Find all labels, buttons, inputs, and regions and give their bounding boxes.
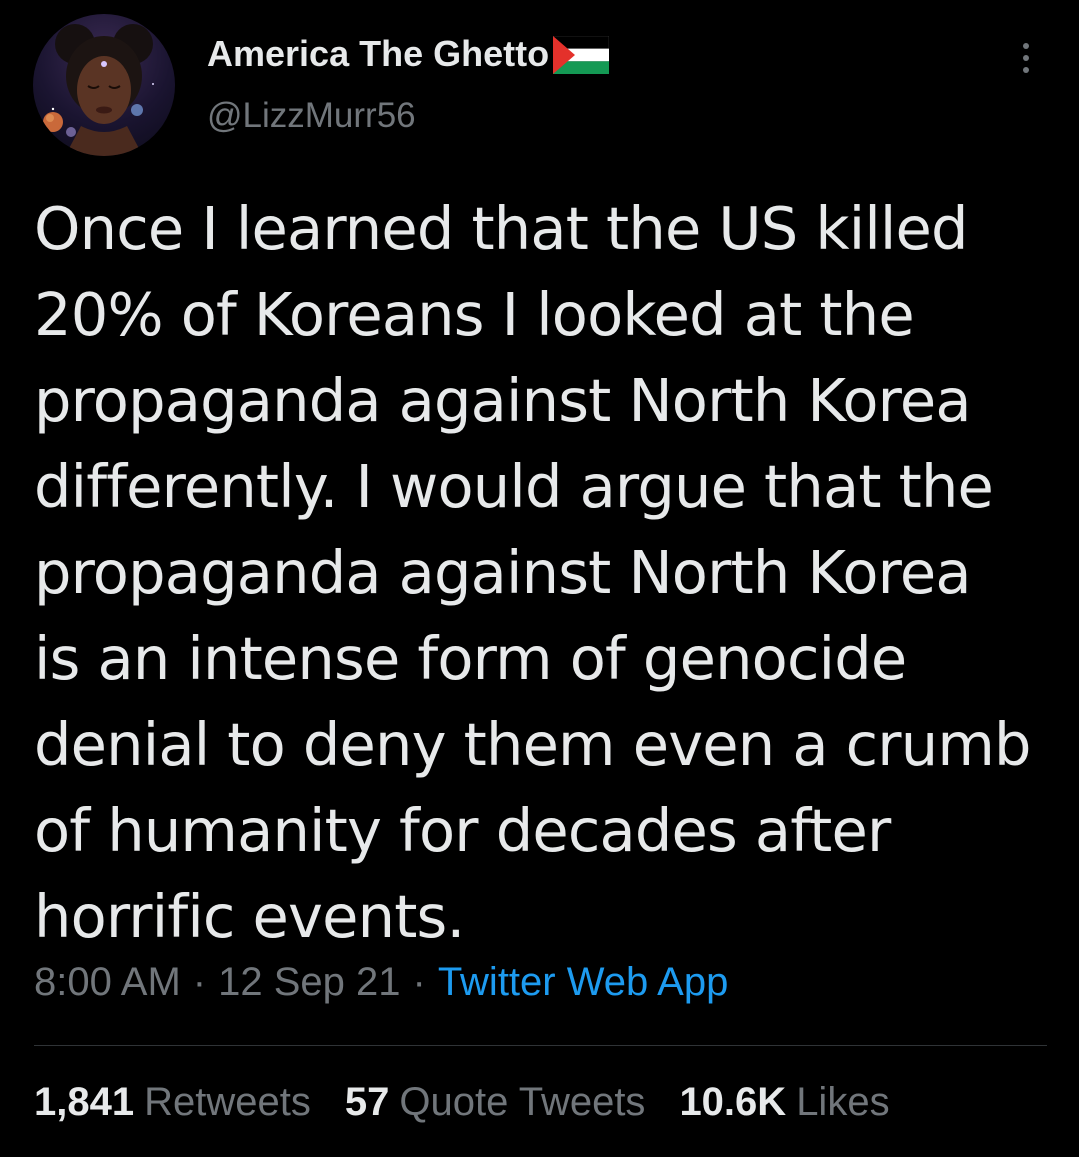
metadata-separator: · xyxy=(192,960,207,1004)
tweet-source-link[interactable]: Twitter Web App xyxy=(438,960,729,1005)
tweet-date[interactable]: 12 Sep 21 xyxy=(218,960,400,1005)
retweets-label: Retweets xyxy=(144,1080,311,1124)
tweet-text: Once I learned that the US killed 20% of… xyxy=(34,194,1031,951)
palestine-flag-icon xyxy=(552,35,610,74)
display-name-row[interactable]: America The Ghetto xyxy=(207,30,610,78)
retweets-stat[interactable]: 1,841 Retweets xyxy=(34,1080,311,1125)
engagement-stats: 1,841 Retweets 57 Quote Tweets 10.6K Lik… xyxy=(34,1080,924,1125)
likes-stat[interactable]: 10.6K Likes xyxy=(679,1080,889,1125)
divider xyxy=(34,1045,1047,1046)
retweets-count: 1,841 xyxy=(34,1080,135,1124)
avatar[interactable] xyxy=(33,14,175,156)
tweet-detail: America The Ghetto @LizzMurr56 Once I le… xyxy=(0,0,1079,1157)
quote-tweets-stat[interactable]: 57 Quote Tweets xyxy=(345,1080,646,1125)
tweet-time[interactable]: 8:00 AM xyxy=(34,960,181,1005)
likes-count: 10.6K xyxy=(679,1080,787,1124)
more-options-button[interactable] xyxy=(1004,30,1048,86)
metadata-separator: · xyxy=(412,960,426,1004)
quote-tweets-label: Quote Tweets xyxy=(399,1080,646,1124)
more-dot-icon xyxy=(1023,55,1029,61)
more-dot-icon xyxy=(1023,67,1029,73)
likes-label: Likes xyxy=(796,1080,890,1124)
quote-tweets-count: 57 xyxy=(344,1080,390,1124)
display-name: America The Ghetto xyxy=(207,33,550,74)
tweet-metadata: 8:00 AM · 12 Sep 21 · Twitter Web App xyxy=(34,960,728,1005)
username-handle[interactable]: @LizzMurr56 xyxy=(207,96,416,136)
more-dot-icon xyxy=(1023,43,1029,49)
avatar-image xyxy=(43,24,154,156)
